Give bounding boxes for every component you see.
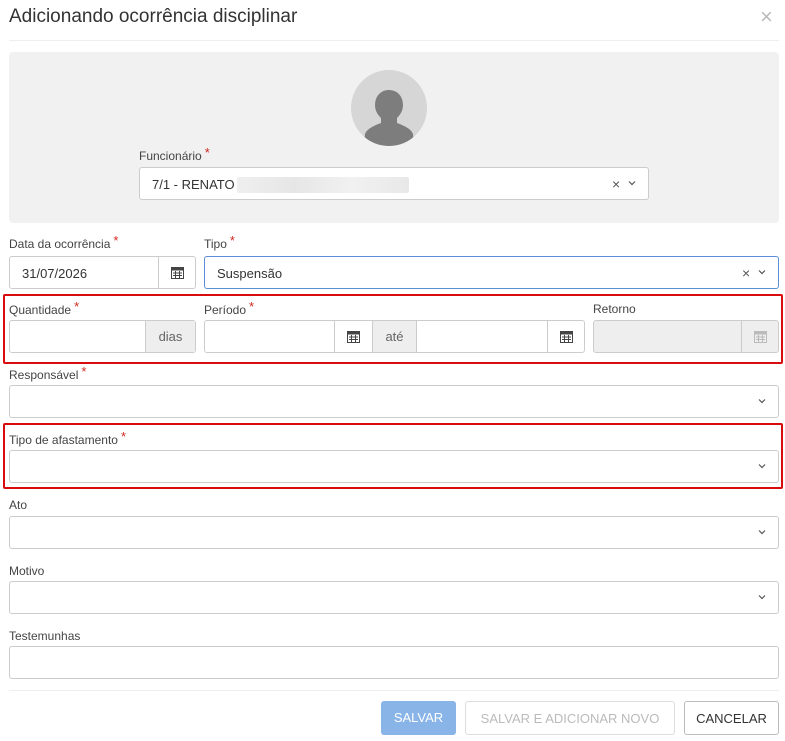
ato-select[interactable]	[9, 516, 779, 549]
employee-panel: Funcionário * 7/1 - RENATO ×	[9, 52, 779, 223]
close-icon[interactable]: ×	[760, 6, 773, 28]
tipo-value: Suspensão	[217, 266, 283, 281]
chevron-down-icon[interactable]	[628, 179, 636, 187]
chevron-down-icon[interactable]	[758, 268, 766, 276]
periodo-range[interactable]: até	[204, 320, 585, 353]
header-divider	[9, 40, 779, 41]
chevron-down-icon[interactable]	[758, 462, 766, 470]
chevron-down-icon[interactable]	[758, 528, 766, 536]
quantidade-input[interactable]: dias	[9, 320, 196, 353]
quantidade-addon: dias	[145, 321, 195, 352]
motivo-label: Motivo	[9, 564, 45, 578]
modal-title: Adicionando ocorrência disciplinar	[9, 6, 298, 27]
avatar-icon	[351, 70, 427, 146]
ato-label: Ato	[9, 498, 28, 512]
date-input[interactable]: 31/07/2026	[9, 256, 196, 289]
footer-divider	[9, 690, 779, 691]
chevron-down-icon[interactable]	[758, 397, 766, 405]
employee-label: Funcionário *	[139, 145, 210, 163]
tipo-afastamento-label: Tipo de afastamento *	[9, 429, 127, 447]
cancel-button[interactable]: CANCELAR	[684, 701, 779, 735]
employee-name-redacted	[237, 177, 409, 193]
tipo-afastamento-select[interactable]	[9, 450, 779, 483]
date-value: 31/07/2026	[22, 266, 88, 281]
employee-select[interactable]: 7/1 - RENATO ×	[139, 167, 649, 200]
retorno-label: Retorno	[593, 302, 636, 316]
save-and-add-new-button[interactable]: SALVAR E ADICIONAR NOVO	[465, 701, 675, 735]
calendar-icon	[741, 321, 779, 352]
date-label: Data da ocorrência *	[9, 233, 119, 251]
calendar-icon[interactable]	[547, 321, 585, 352]
employee-value: 7/1 - RENATO	[152, 177, 235, 192]
clear-icon[interactable]: ×	[612, 176, 620, 192]
tipo-label: Tipo *	[204, 233, 235, 251]
clear-icon[interactable]: ×	[742, 265, 750, 281]
calendar-icon[interactable]	[158, 257, 196, 288]
testemunhas-input[interactable]	[9, 646, 779, 679]
chevron-down-icon[interactable]	[758, 593, 766, 601]
quantidade-label: Quantidade *	[9, 299, 80, 317]
tipo-select[interactable]: Suspensão ×	[204, 256, 779, 289]
save-button[interactable]: SALVAR	[381, 701, 456, 735]
responsavel-label: Responsável *	[9, 364, 87, 382]
responsavel-select[interactable]	[9, 385, 779, 418]
periodo-label: Período *	[204, 299, 255, 317]
calendar-icon[interactable]	[334, 321, 372, 352]
retorno-input	[593, 320, 779, 353]
motivo-select[interactable]	[9, 581, 779, 614]
periodo-addon: até	[372, 321, 417, 352]
testemunhas-label: Testemunhas	[9, 629, 81, 643]
